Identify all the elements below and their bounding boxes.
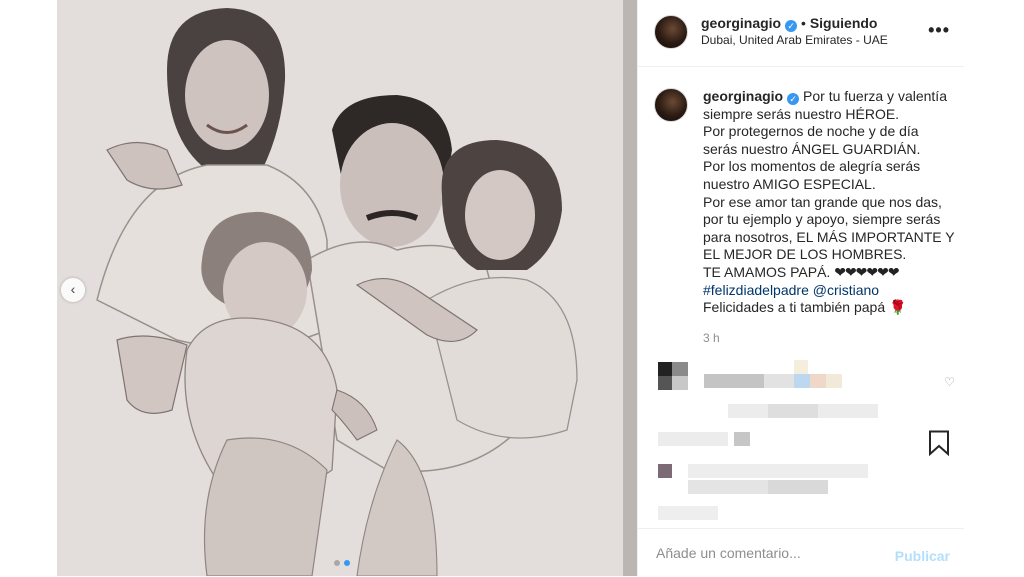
post-photo[interactable] [57, 0, 637, 576]
hearts-emoji: ❤❤❤❤❤❤ [834, 263, 899, 280]
carousel-dot [334, 560, 340, 566]
username-link[interactable]: georginagio [701, 15, 781, 31]
more-options-icon[interactable]: ••• [928, 20, 950, 41]
post-header: georginagio ✓ • Siguiendo Dubai, United A… [638, 0, 964, 67]
comment-input[interactable] [654, 544, 878, 562]
carousel-indicator [334, 560, 350, 566]
location-link[interactable]: Dubai, United Arab Emirates - UAE [701, 33, 888, 47]
avatar[interactable] [654, 15, 688, 49]
verified-badge-icon: ✓ [785, 20, 798, 32]
caption-line-2: Por protegernos de noche y de día serás … [703, 123, 921, 157]
caption-line-5: TE AMAMOS PAPÁ. ❤❤❤❤❤❤ [703, 263, 900, 280]
publish-button[interactable]: Publicar [895, 548, 950, 564]
header-user-line: georginagio ✓ • Siguiendo [701, 15, 877, 32]
caption-avatar[interactable] [654, 88, 688, 122]
chevron-left-icon: ‹ [70, 281, 76, 297]
carousel-dot-active [344, 560, 350, 566]
family-drawing-image [57, 0, 637, 576]
caption-line-1: georginagio ✓ Por tu fuerza y valentía si… [703, 88, 947, 122]
bookmark-icon-glyph [929, 430, 949, 457]
caption-line-3: Por los momentos de alegría serás nuestr… [703, 158, 921, 192]
caption-closing: Felicidades a ti también papá 🌹 [703, 299, 907, 316]
post-side-panel: georginagio ✓ • Siguiendo Dubai, United A… [637, 0, 964, 576]
carousel-prev-button[interactable]: ‹ [61, 278, 85, 302]
verified-badge-icon: ✓ [787, 93, 800, 105]
hashtag-link[interactable]: #felizdiadelpadre [703, 282, 809, 298]
post-timestamp[interactable]: 3 h [703, 331, 720, 345]
blurred-comments [638, 356, 964, 526]
bookmark-icon[interactable] [928, 430, 950, 461]
post-caption: georginagio ✓ Por tu fuerza y valentía si… [703, 88, 955, 317]
rose-emoji: 🌹 [889, 299, 907, 316]
mention-link[interactable]: @cristiano [813, 282, 879, 298]
caption-line-4: Por ese amor tan grande que nos das, por… [703, 193, 955, 263]
follow-status-button[interactable]: Siguiendo [810, 15, 878, 31]
comment-bar: Publicar [638, 528, 964, 577]
caption-tags: #felizdiadelpadre @cristiano [703, 282, 955, 300]
caption-username-link[interactable]: georginagio [703, 88, 783, 104]
follow-separator: • [801, 15, 806, 31]
heart-outline-icon[interactable]: ♡ [944, 375, 955, 389]
